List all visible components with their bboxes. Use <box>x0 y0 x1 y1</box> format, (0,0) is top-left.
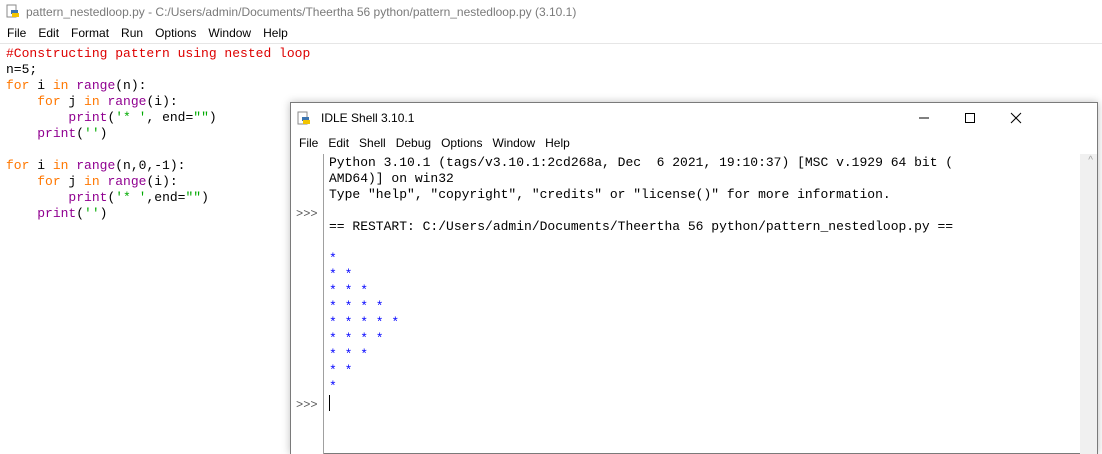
shell-title: IDLE Shell 3.10.1 <box>321 111 415 125</box>
editor-menu-bar: File Edit Format Run Options Window Help <box>0 23 1102 44</box>
close-icon[interactable] <box>993 103 1039 133</box>
code-text[interactable]: #Constructing pattern using nested loop … <box>6 46 310 222</box>
menu-file[interactable]: File <box>0 26 32 40</box>
menu-format[interactable]: Format <box>65 26 115 40</box>
shell-output[interactable]: Python 3.10.1 (tags/v3.10.1:2cd268a, Dec… <box>329 155 953 395</box>
shell-menu-bar: File Edit Shell Debug Options Window Hel… <box>291 133 1097 153</box>
shell-prompt: >>> <box>296 398 318 412</box>
shell-menu-shell[interactable]: Shell <box>354 136 391 150</box>
maximize-icon[interactable] <box>947 103 993 133</box>
menu-help[interactable]: Help <box>257 26 294 40</box>
prompt-gutter: >>> >>> <box>291 154 324 454</box>
menu-options[interactable]: Options <box>149 26 202 40</box>
menu-window[interactable]: Window <box>202 26 257 40</box>
menu-edit[interactable]: Edit <box>32 26 65 40</box>
shell-title-bar[interactable]: IDLE Shell 3.10.1 <box>291 103 1097 133</box>
shell-menu-options[interactable]: Options <box>436 136 487 150</box>
shell-menu-help[interactable]: Help <box>540 136 575 150</box>
text-cursor <box>329 395 330 411</box>
shell-prompt: >>> <box>296 207 318 221</box>
python-file-icon <box>5 4 20 19</box>
scroll-up-icon[interactable]: ^ <box>1088 155 1093 166</box>
minimize-icon[interactable] <box>901 103 947 133</box>
menu-run[interactable]: Run <box>115 26 149 40</box>
shell-menu-file[interactable]: File <box>291 136 323 150</box>
shell-menu-edit[interactable]: Edit <box>323 136 354 150</box>
shell-menu-debug[interactable]: Debug <box>391 136 436 150</box>
shell-menu-window[interactable]: Window <box>487 136 540 150</box>
python-file-icon <box>296 111 311 126</box>
idle-shell-window: IDLE Shell 3.10.1 File Edit Shell Debug … <box>290 102 1098 454</box>
editor-title-bar: pattern_nestedloop.py - C:/Users/admin/D… <box>0 0 1102 23</box>
vertical-scrollbar[interactable] <box>1080 154 1097 454</box>
editor-title: pattern_nestedloop.py - C:/Users/admin/D… <box>26 4 577 19</box>
